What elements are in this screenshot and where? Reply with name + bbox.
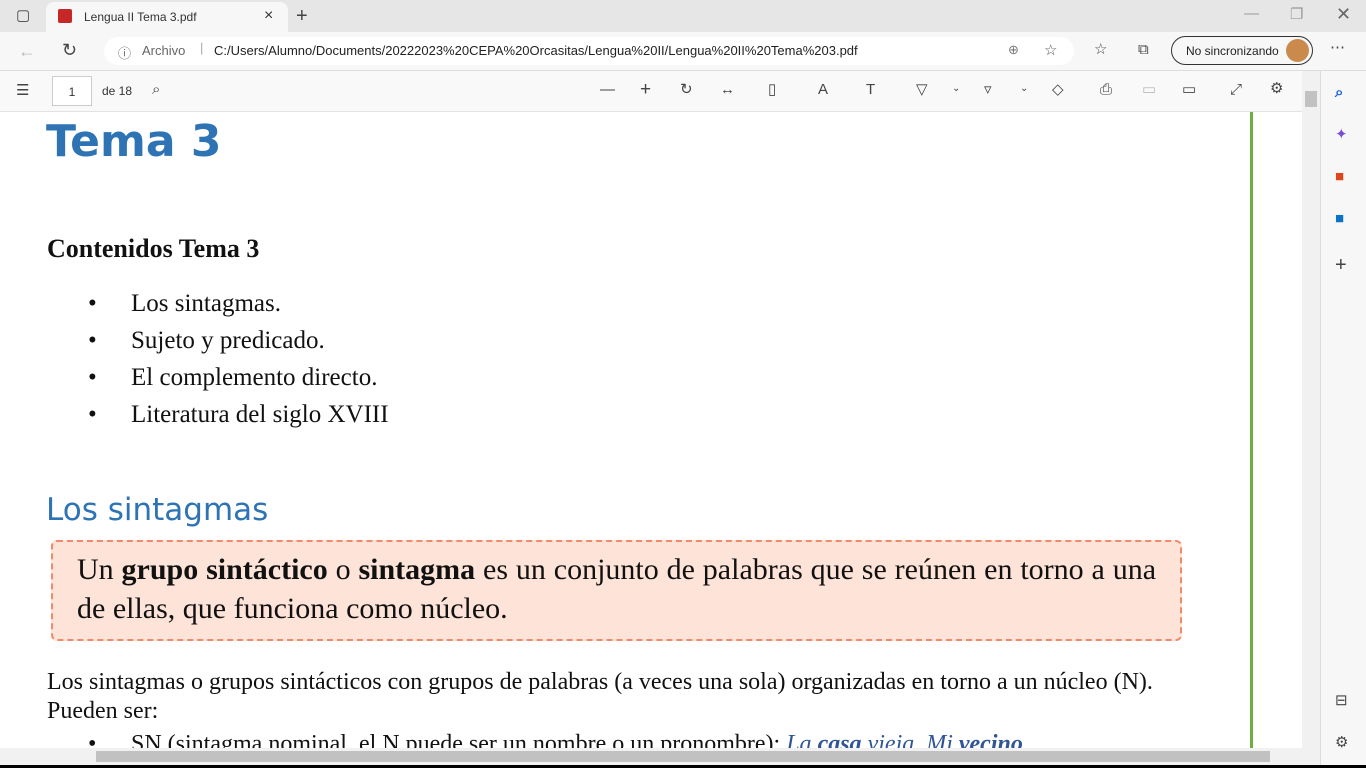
chevron-down-icon[interactable]: ⌄ [952,84,960,94]
list-item: • El complemento directo. [88,364,378,391]
info-icon: ⓘ [118,46,132,61]
document-title: Tema 3 [46,116,222,167]
vertical-scrollbar[interactable] [1302,71,1320,748]
outlook-icon[interactable]: ■ [1335,211,1344,226]
highlight-icon[interactable]: ▿ [984,82,992,97]
save-as-icon[interactable]: ▭ [1182,82,1196,97]
refresh-icon[interactable]: ↻ [62,41,77,59]
sidebar-toggle-icon[interactable]: ⊟ [1335,693,1348,708]
url-input[interactable]: ⓘ Archivo | C:/Users/Alumno/Documents/20… [104,37,1074,65]
fit-width-icon[interactable]: ↔ [720,82,735,97]
page-total: de 18 [102,84,133,98]
more-icon[interactable]: ⋯ [1330,40,1345,55]
search-icon[interactable]: ⌕ [1335,85,1343,100]
search-icon[interactable]: ⌕ [152,82,160,97]
office-icon[interactable]: ■ [1335,169,1344,184]
page-number: 1 [68,85,76,99]
fullscreen-icon[interactable]: ⤢ [1230,82,1242,97]
close-tab-icon[interactable]: × [264,7,273,25]
list-item: • Sujeto y predicado. [88,327,325,354]
new-tab-icon[interactable]: + [296,6,308,26]
favorites-icon[interactable]: ☆ [1094,42,1107,57]
paragraph: Los sintagmas o grupos sintácticos con g… [47,669,1153,724]
tab-pdf[interactable]: Lengua II Tema 3.pdf × [46,2,288,32]
url-text: C:/Users/Alumno/Documents/20222023%20CEP… [214,43,858,58]
draw-icon[interactable]: ▽ [916,82,928,97]
minimize-icon[interactable]: — [1244,6,1259,21]
page-view-icon[interactable]: ▯ [768,82,776,97]
save-icon[interactable]: ▭ [1142,82,1156,97]
zoom-in-icon[interactable]: + [640,80,651,99]
tab-title: Lengua II Tema 3.pdf [84,10,197,24]
scroll-thumb[interactable] [1305,91,1317,107]
settings-icon[interactable]: ⚙ [1270,81,1283,96]
page-margin [1253,112,1302,748]
text-icon[interactable]: T [866,82,875,97]
scroll-thumb[interactable] [96,751,1270,762]
edge-sidebar: ⌕ ✦ ■ ■ + ⊟ ⚙ [1320,71,1366,765]
back-icon[interactable]: ← [18,42,36,60]
contents-heading: Contenidos Tema 3 [47,234,260,263]
profile-button[interactable]: No sincronizando [1171,36,1313,65]
add-favorite-icon[interactable]: ☆ [1044,41,1057,59]
collections-icon[interactable]: ⧉ [1138,42,1149,57]
close-window-icon[interactable]: ✕ [1336,5,1351,23]
page-number-input[interactable]: 1 [52,76,92,106]
list-item: • Los sintagmas. [88,290,281,317]
avatar [1286,39,1309,62]
print-icon[interactable]: ⎙ [1100,82,1112,97]
section-heading: Los sintagmas [46,492,269,528]
read-aloud-icon[interactable]: A [818,82,828,97]
chevron-down-icon[interactable]: ⌄ [1020,84,1028,94]
list-item: • Literatura del siglo XVIII [88,401,389,428]
url-label: Archivo [142,43,186,58]
definition-box: Un grupo sintáctico o sintagma es un con… [51,540,1182,641]
divider: | [200,40,204,55]
rotate-icon[interactable]: ↻ [680,82,693,97]
contents-icon[interactable]: ☰ [16,83,29,98]
eraser-icon[interactable]: ◇ [1052,82,1064,97]
tab-bar: ▢ Lengua II Tema 3.pdf × + — ❐ ✕ [0,0,1366,32]
profile-label: No sincronizando [1186,44,1279,58]
settings-icon[interactable]: ⚙ [1335,735,1348,750]
restore-icon[interactable]: ❐ [1290,7,1303,22]
horizontal-scrollbar[interactable] [0,748,1320,765]
zoom-icon[interactable]: ⊕ [1008,42,1019,58]
pdf-viewport: Tema 3 Contenidos Tema 3 • Los sintagmas.… [0,112,1302,748]
tab-actions-icon[interactable]: ▢ [16,8,30,23]
pdf-icon [58,9,72,23]
add-icon[interactable]: + [1335,255,1347,275]
pdf-toolbar: ☰ 1 de 18 ⌕ — + ↻ ↔ ▯ A T ▽ ⌄ ▿ ⌄ ◇ ⎙ ▭ … [0,71,1320,112]
zoom-out-icon[interactable]: — [600,82,615,97]
copilot-icon[interactable]: ✦ [1335,127,1348,142]
list-item: • SN (sintagma nominal, el N puede ser un… [88,731,1023,748]
